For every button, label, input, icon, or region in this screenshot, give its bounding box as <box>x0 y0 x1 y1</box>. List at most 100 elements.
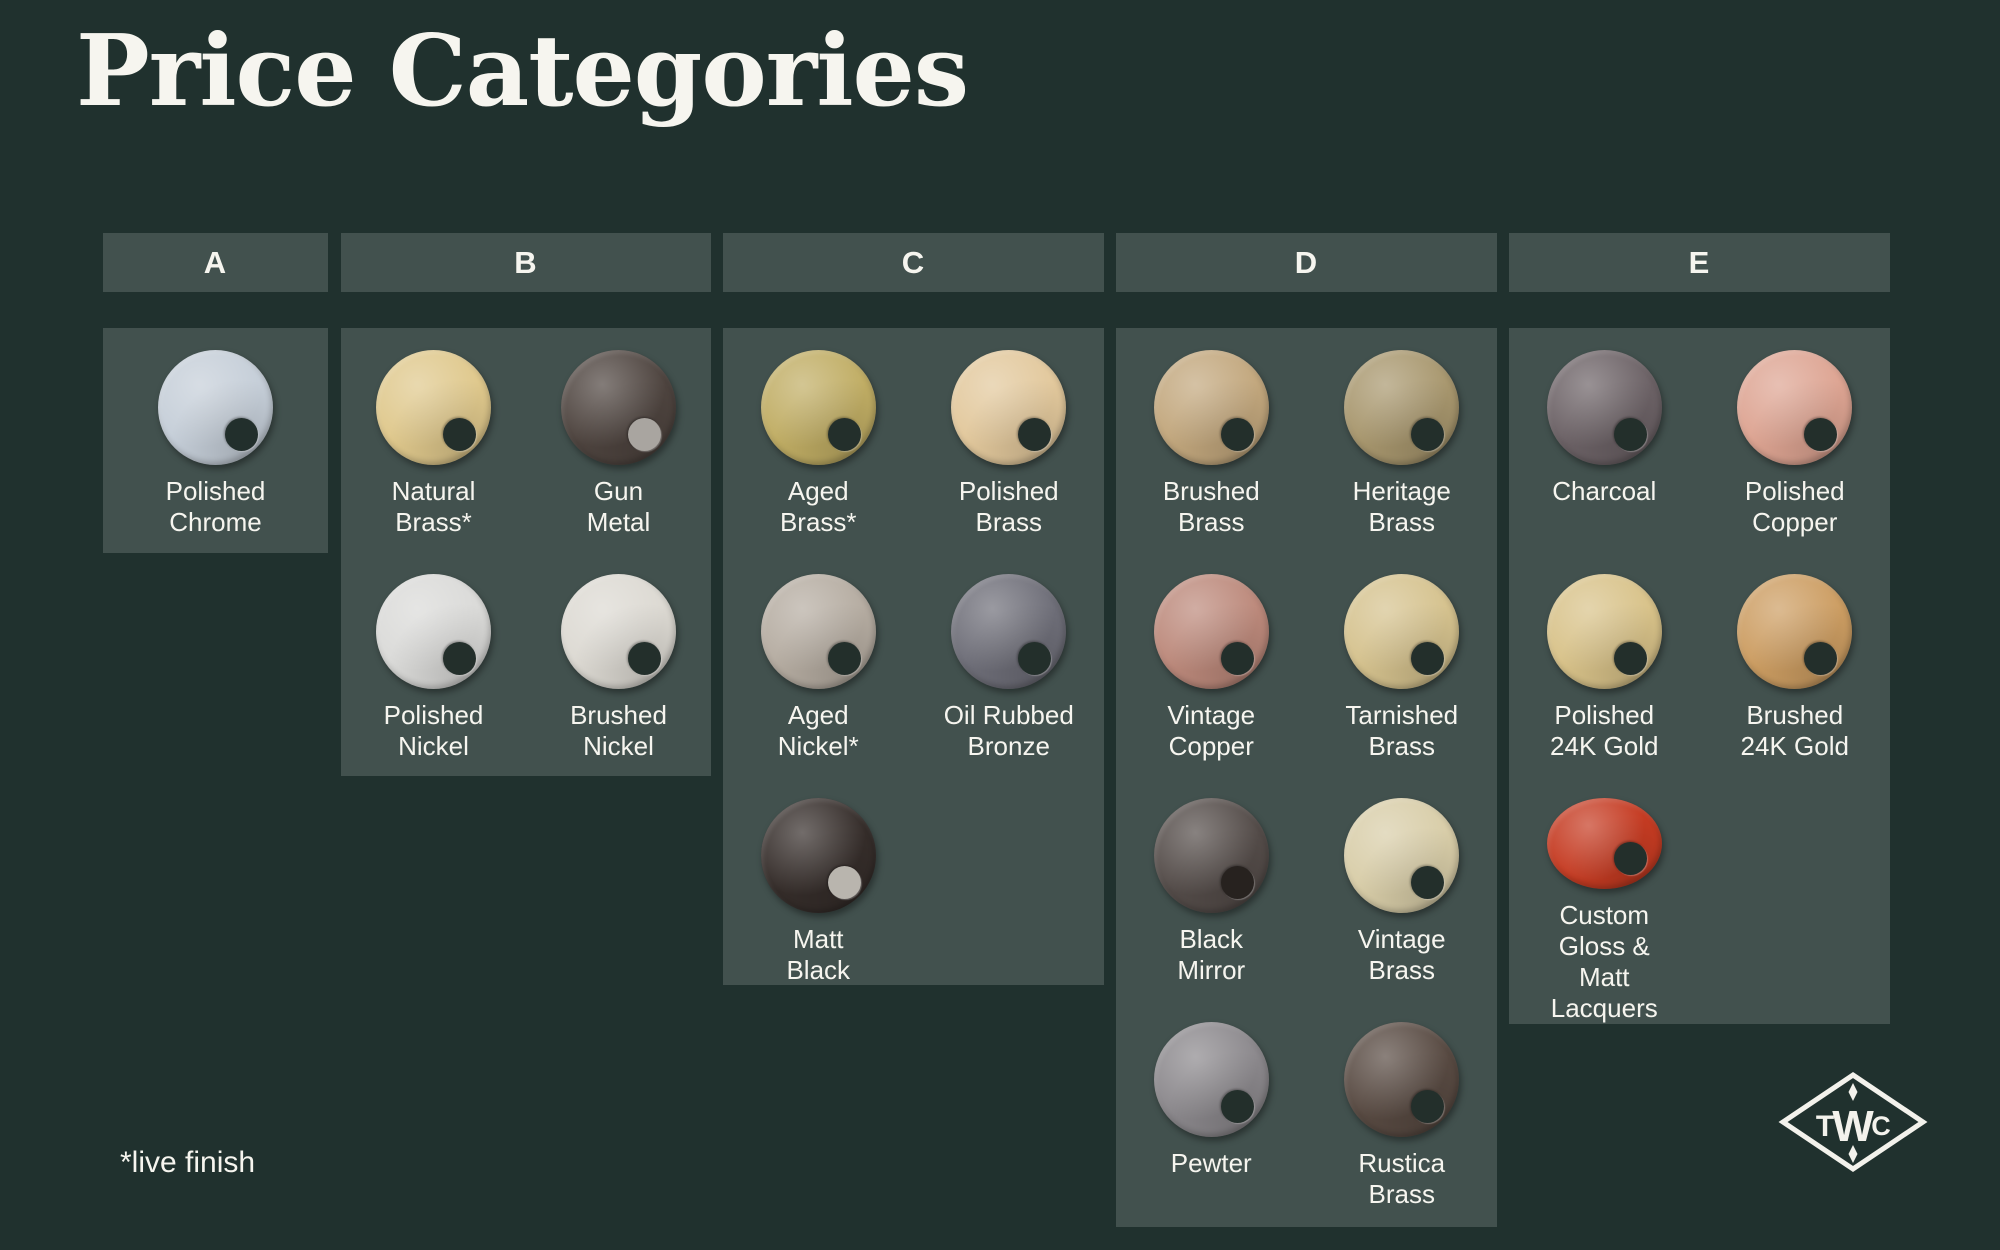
category-column-b: B Natural Brass* Gun Metal Polished Nick… <box>341 233 711 776</box>
finish-label: Black Mirror <box>1177 924 1245 986</box>
category-header-c: C <box>723 233 1104 292</box>
finish-cell: Polished Nickel <box>341 552 526 776</box>
swatch-gun-metal <box>561 350 676 465</box>
finish-cell: Rustica Brass <box>1307 1000 1498 1224</box>
category-panel-a: Polished Chrome <box>103 328 328 553</box>
finish-cell: Oil Rubbed Bronze <box>914 552 1105 776</box>
finish-label: Oil Rubbed Bronze <box>944 700 1074 762</box>
category-column-a: A Polished Chrome <box>103 233 328 553</box>
finish-label: Rustica Brass <box>1358 1148 1445 1210</box>
logo-top-diamond-dot <box>1849 1083 1858 1101</box>
tag-hole <box>1804 418 1837 451</box>
swatch-polished-chrome <box>158 350 273 465</box>
finish-label: Brushed 24K Gold <box>1741 700 1849 762</box>
finish-label: Matt Black <box>786 924 850 985</box>
swatch-tarnished-brass <box>1344 574 1459 689</box>
swatch-aged-nickel <box>761 574 876 689</box>
finish-cell: Vintage Brass <box>1307 776 1498 1000</box>
swatch-brushed-brass <box>1154 350 1269 465</box>
category-column-c: C Aged Brass* Polished Brass Aged Nickel… <box>723 233 1104 985</box>
finish-label: Charcoal <box>1552 476 1656 507</box>
tag-hole <box>628 642 661 675</box>
finish-label: Aged Nickel* <box>778 700 859 762</box>
finish-cell: Tarnished Brass <box>1307 552 1498 776</box>
swatch-brushed-nickel <box>561 574 676 689</box>
finish-cell: Polished Brass <box>914 328 1105 552</box>
swatch-pewter <box>1154 1022 1269 1137</box>
tag-hole <box>1411 866 1444 899</box>
category-panel-c: Aged Brass* Polished Brass Aged Nickel* … <box>723 328 1104 985</box>
live-finish-footnote: *live finish <box>120 1146 255 1180</box>
finish-label: Custom Gloss & Matt Lacquers <box>1551 900 1658 1024</box>
category-header-b: B <box>341 233 711 292</box>
finish-label: Polished 24K Gold <box>1550 700 1658 762</box>
tag-hole <box>225 418 258 451</box>
finish-label: Polished Copper <box>1745 476 1845 538</box>
finish-label: Polished Nickel <box>384 700 484 762</box>
finish-label: Polished Chrome <box>166 476 266 538</box>
swatch-brushed-24k-gold <box>1737 574 1852 689</box>
finish-label: Vintage Copper <box>1167 700 1255 762</box>
category-panel-b: Natural Brass* Gun Metal Polished Nickel… <box>341 328 711 776</box>
tag-hole <box>1221 642 1254 675</box>
finish-label: Gun Metal <box>587 476 651 538</box>
swatch-polished-copper <box>1737 350 1852 465</box>
tag-hole <box>1804 642 1837 675</box>
logo-letter-w: W <box>1832 1102 1874 1151</box>
category-panel-d: Brushed Brass Heritage Brass Vintage Cop… <box>1116 328 1497 1227</box>
swatch-polished-24k-gold <box>1547 574 1662 689</box>
swatch-matt-black <box>761 798 876 913</box>
finish-label: Brushed Nickel <box>570 700 667 762</box>
tag-hole <box>1614 642 1647 675</box>
finish-cell: Heritage Brass <box>1307 328 1498 552</box>
finish-cell: Custom Gloss & Matt Lacquers <box>1509 776 1700 1024</box>
tag-hole <box>1018 418 1051 451</box>
tag-hole <box>1411 642 1444 675</box>
swatch-custom-lacquers <box>1547 798 1662 889</box>
tag-hole <box>1221 866 1254 899</box>
swatch-natural-brass <box>376 350 491 465</box>
tag-hole <box>828 866 861 899</box>
tag-hole <box>828 642 861 675</box>
finish-cell: Natural Brass* <box>341 328 526 552</box>
tag-hole <box>1221 1090 1254 1123</box>
tag-hole <box>1614 842 1647 875</box>
category-header-a: A <box>103 233 328 292</box>
finish-cell: Polished Copper <box>1700 328 1891 552</box>
finish-cell: Gun Metal <box>526 328 711 552</box>
tag-hole <box>1614 418 1647 451</box>
category-header-e: E <box>1509 233 1890 292</box>
category-column-e: E Charcoal Polished Copper Polished 24K … <box>1509 233 1890 1024</box>
finish-cell: Brushed Nickel <box>526 552 711 776</box>
tag-hole <box>1018 642 1051 675</box>
swatch-black-mirror <box>1154 798 1269 913</box>
finish-label: Tarnished Brass <box>1345 700 1458 762</box>
finish-cell: Polished Chrome <box>103 328 328 552</box>
tag-hole <box>1411 418 1444 451</box>
finish-label: Polished Brass <box>959 476 1059 538</box>
finish-cell: Black Mirror <box>1116 776 1307 1000</box>
swatch-charcoal <box>1547 350 1662 465</box>
swatch-polished-nickel <box>376 574 491 689</box>
twc-logo: T W C <box>1778 1070 1928 1174</box>
finish-cell: Vintage Copper <box>1116 552 1307 776</box>
tag-hole <box>1221 418 1254 451</box>
finish-cell: Aged Nickel* <box>723 552 914 776</box>
swatch-aged-brass <box>761 350 876 465</box>
category-panel-e: Charcoal Polished Copper Polished 24K Go… <box>1509 328 1890 1024</box>
finish-cell: Brushed Brass <box>1116 328 1307 552</box>
finish-label: Brushed Brass <box>1163 476 1260 538</box>
finish-cell: Brushed 24K Gold <box>1700 552 1891 776</box>
logo-letter-c: C <box>1871 1111 1891 1141</box>
finish-cell: Aged Brass* <box>723 328 914 552</box>
tag-hole <box>828 418 861 451</box>
swatch-vintage-brass <box>1344 798 1459 913</box>
finish-label: Pewter <box>1171 1148 1252 1179</box>
swatch-vintage-copper <box>1154 574 1269 689</box>
swatch-oil-rubbed-bronze <box>951 574 1066 689</box>
category-column-d: D Brushed Brass Heritage Brass Vintage C… <box>1116 233 1497 1227</box>
finish-label: Heritage Brass <box>1353 476 1451 538</box>
tag-hole <box>628 418 661 451</box>
tag-hole <box>443 642 476 675</box>
finish-cell: Pewter <box>1116 1000 1307 1224</box>
